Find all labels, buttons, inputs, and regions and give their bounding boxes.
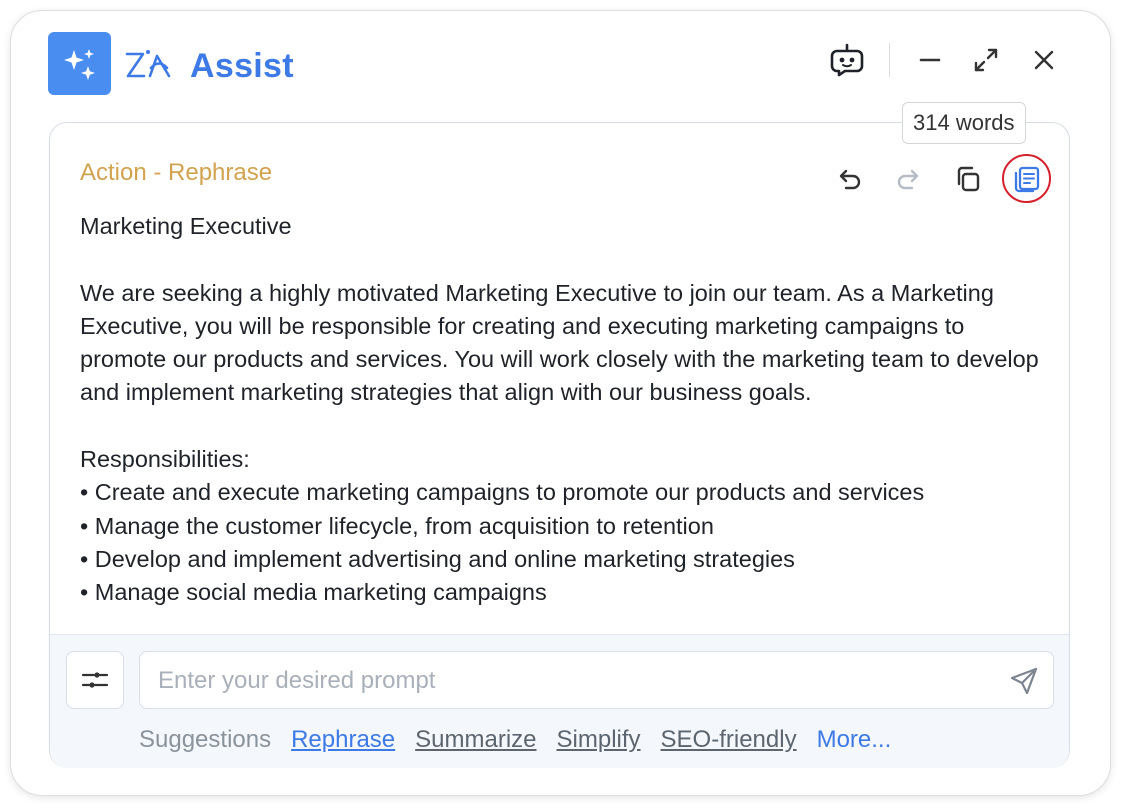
- undo-icon: [839, 169, 861, 190]
- more-suggestions-link[interactable]: More...: [817, 726, 892, 754]
- minimize-button[interactable]: [910, 40, 950, 80]
- bot-icon: [830, 43, 864, 77]
- close-button[interactable]: [1024, 40, 1064, 80]
- copy-icon: [957, 166, 980, 192]
- document-icon: [1014, 166, 1039, 192]
- suggestion-simplify[interactable]: Simplify: [557, 726, 641, 754]
- send-button[interactable]: [1007, 664, 1041, 698]
- bot-chat-button[interactable]: [827, 40, 867, 80]
- result-intro: We are seeking a highly motivated Market…: [80, 279, 1039, 406]
- sparkle-logo-icon: [48, 32, 111, 95]
- close-icon: [1034, 50, 1054, 70]
- minimize-icon: [919, 58, 941, 62]
- suggestion-rephrase[interactable]: Rephrase: [291, 726, 395, 754]
- prompt-input[interactable]: [156, 652, 980, 710]
- suggestion-seo-friendly[interactable]: SEO-friendly: [661, 726, 797, 754]
- suggestions-label: Suggestions: [139, 726, 272, 753]
- word-count-tooltip: 314 words: [902, 102, 1026, 144]
- list-item: Manage social media marketing campaigns: [80, 576, 1055, 609]
- result-text: Marketing Executive We are seeking a hig…: [80, 210, 1055, 610]
- list-item: Manage the customer lifecycle, from acqu…: [80, 510, 1055, 543]
- expand-icon: [974, 48, 998, 72]
- result-section-heading: Responsibilities:: [80, 446, 250, 473]
- redo-icon: [897, 169, 919, 190]
- list-item: Create and execute marketing campaigns t…: [80, 476, 1055, 509]
- prompt-settings-button[interactable]: [66, 651, 124, 709]
- insert-document-button[interactable]: [1002, 154, 1051, 203]
- zia-brand-icon: [125, 50, 171, 78]
- list-item: Develop and implement advertising and on…: [80, 543, 1055, 576]
- result-title: Marketing Executive: [80, 213, 292, 239]
- undo-button[interactable]: [828, 157, 872, 201]
- suggestions-row: Suggestions Rephrase Summarize Simplify …: [139, 724, 891, 756]
- redo-button[interactable]: [886, 157, 930, 201]
- sliders-icon: [81, 672, 109, 688]
- header-divider: [889, 43, 890, 77]
- copy-button[interactable]: [946, 157, 990, 201]
- suggestion-summarize[interactable]: Summarize: [415, 726, 536, 754]
- app-title: Assist: [190, 47, 294, 85]
- action-label: Action - Rephrase: [80, 159, 273, 186]
- prompt-box: [139, 651, 1054, 710]
- expand-button[interactable]: [966, 40, 1006, 80]
- send-icon: [1010, 667, 1038, 695]
